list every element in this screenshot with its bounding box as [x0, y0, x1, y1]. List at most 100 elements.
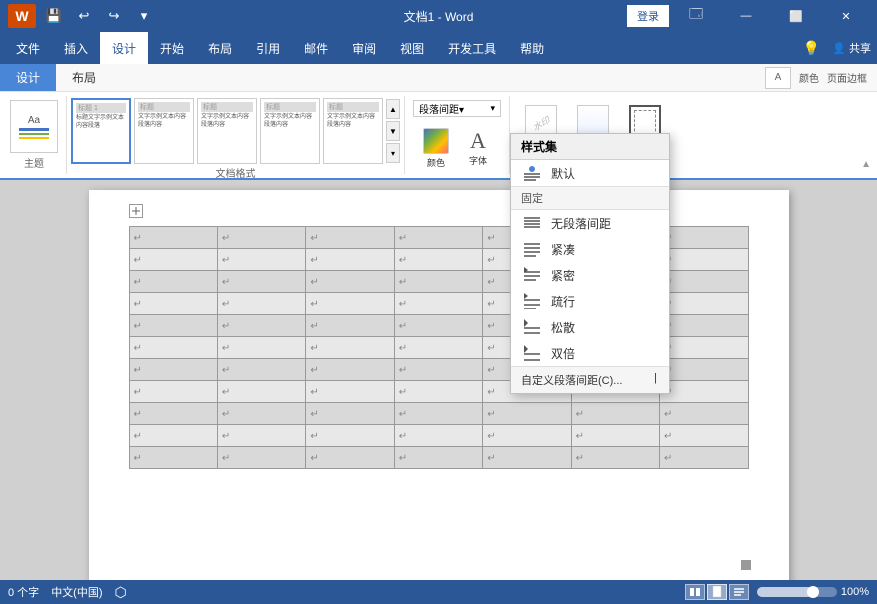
style-item-3[interactable]: 标题 文字示例文本内容段落内容	[197, 98, 257, 164]
login-button[interactable]: 登录	[627, 5, 669, 27]
watermark-button[interactable]: A	[765, 67, 791, 89]
style-item-5[interactable]: 标题 文字示例文本内容段落内容	[323, 98, 383, 164]
table-cell[interactable]: ↵	[129, 359, 217, 381]
style-item-1[interactable]: 标题 1 标题文字示例文本内容段落	[71, 98, 131, 164]
style-scroll-expand[interactable]: ▾	[386, 143, 400, 163]
table-cell[interactable]: ↵	[306, 447, 394, 469]
menu-item-compact[interactable]: 紧凑	[511, 236, 669, 262]
table-cell[interactable]: ↵	[217, 403, 305, 425]
table-cell[interactable]: ↵	[394, 315, 482, 337]
table-cell[interactable]: ↵	[394, 447, 482, 469]
menu-item-tight[interactable]: 紧密	[511, 262, 669, 288]
style-scroll-up[interactable]: ▲	[386, 99, 400, 119]
table-cell[interactable]: ↵	[217, 381, 305, 403]
table-cell[interactable]: ↵	[571, 447, 659, 469]
help-icon[interactable]: 💡	[797, 40, 826, 57]
tab-file[interactable]: 文件	[4, 32, 52, 64]
table-cell[interactable]: ↵	[306, 359, 394, 381]
undo-qat-button[interactable]: ↩	[72, 4, 96, 28]
table-cell[interactable]: ↵	[306, 403, 394, 425]
table-cell[interactable]: ↵	[660, 447, 748, 469]
ribbon-toggle-button[interactable]: 🗔	[673, 0, 719, 32]
subtab-design[interactable]: 设计	[0, 64, 56, 91]
menu-item-no-spacing[interactable]: 无段落间距	[511, 210, 669, 236]
redo-qat-button[interactable]: ↪	[102, 4, 126, 28]
table-cell[interactable]: ↵	[129, 337, 217, 359]
table-cell[interactable]: ↵	[217, 315, 305, 337]
tab-design[interactable]: 设计	[100, 32, 148, 64]
table-cell[interactable]: ↵	[129, 249, 217, 271]
tab-layout[interactable]: 布局	[196, 32, 244, 64]
table-cell[interactable]: ↵	[129, 293, 217, 315]
view-read-button[interactable]	[685, 584, 705, 600]
tab-review[interactable]: 审阅	[340, 32, 388, 64]
table-cell[interactable]: ↵	[660, 271, 748, 293]
table-cell[interactable]: ↵	[660, 381, 748, 403]
tab-view[interactable]: 视图	[388, 32, 436, 64]
table-cell[interactable]: ↵	[217, 227, 305, 249]
table-cell[interactable]: ↵	[394, 227, 482, 249]
tab-home[interactable]: 开始	[148, 32, 196, 64]
tab-insert[interactable]: 插入	[52, 32, 100, 64]
para-spacing-button[interactable]: 段落间距▾ ▾	[413, 100, 501, 117]
color-button[interactable]: 颜色	[417, 123, 455, 173]
menu-item-open[interactable]: 疏行	[511, 288, 669, 314]
font-button[interactable]: A 字体	[459, 123, 497, 173]
table-cell[interactable]: ↵	[217, 359, 305, 381]
table-cell[interactable]: ↵	[394, 337, 482, 359]
table-cell[interactable]: ↵	[660, 425, 748, 447]
table-cell[interactable]: ↵	[394, 403, 482, 425]
table-cell[interactable]: ↵	[129, 227, 217, 249]
tab-developer[interactable]: 开发工具	[436, 32, 508, 64]
menu-item-default[interactable]: 默认	[511, 160, 669, 186]
table-cell[interactable]: ↵	[129, 447, 217, 469]
tab-help[interactable]: 帮助	[508, 32, 556, 64]
save-qat-button[interactable]: 💾	[42, 4, 66, 28]
table-cell[interactable]: ↵	[217, 337, 305, 359]
table-cell[interactable]: ↵	[394, 359, 482, 381]
style-item-4[interactable]: 标题 文字示例文本内容段落内容	[260, 98, 320, 164]
table-cell[interactable]: ↵	[483, 403, 571, 425]
menu-item-custom[interactable]: 自定义段落间距(C)... |	[511, 366, 669, 393]
table-cell[interactable]: ↵	[306, 271, 394, 293]
table-cell[interactable]: ↵	[129, 271, 217, 293]
theme-button[interactable]: Aa	[10, 100, 58, 153]
table-cell[interactable]: ↵	[660, 293, 748, 315]
tab-mailings[interactable]: 邮件	[292, 32, 340, 64]
table-cell[interactable]: ↵	[217, 249, 305, 271]
menu-item-relaxed[interactable]: 松散	[511, 314, 669, 340]
table-cell[interactable]: ↵	[129, 403, 217, 425]
table-cell[interactable]: ↵	[129, 425, 217, 447]
table-cell[interactable]: ↵	[306, 249, 394, 271]
table-cell[interactable]: ↵	[217, 271, 305, 293]
table-cell[interactable]: ↵	[306, 381, 394, 403]
table-cell[interactable]: ↵	[306, 337, 394, 359]
style-scroll-down[interactable]: ▼	[386, 121, 400, 141]
customize-qat-button[interactable]: ▾	[132, 4, 156, 28]
table-cell[interactable]: ↵	[306, 227, 394, 249]
table-cell[interactable]: ↵	[660, 227, 748, 249]
minimize-button[interactable]: —	[723, 0, 769, 32]
close-button[interactable]: ✕	[823, 0, 869, 32]
tab-references[interactable]: 引用	[244, 32, 292, 64]
table-cell[interactable]: ↵	[217, 447, 305, 469]
table-cell[interactable]: ↵	[217, 425, 305, 447]
table-cell[interactable]: ↵	[394, 271, 482, 293]
table-cell[interactable]: ↵	[129, 381, 217, 403]
table-cell[interactable]: ↵	[660, 403, 748, 425]
table-cell[interactable]: ↵	[394, 293, 482, 315]
table-cell[interactable]: ↵	[483, 425, 571, 447]
table-cell[interactable]: ↵	[571, 425, 659, 447]
zoom-slider[interactable]	[757, 587, 837, 597]
table-cell[interactable]: ↵	[660, 315, 748, 337]
table-cell[interactable]: ↵	[660, 249, 748, 271]
table-cell[interactable]: ↵	[660, 337, 748, 359]
page-color-button[interactable]: 颜色	[799, 70, 819, 85]
table-cell[interactable]: ↵	[483, 447, 571, 469]
restore-button[interactable]: ⬜	[773, 0, 819, 32]
table-cell[interactable]: ↵	[306, 293, 394, 315]
table-resize-handle[interactable]	[741, 560, 751, 570]
table-cell[interactable]: ↵	[394, 425, 482, 447]
table-cell[interactable]: ↵	[129, 315, 217, 337]
table-move-handle[interactable]	[129, 204, 143, 218]
